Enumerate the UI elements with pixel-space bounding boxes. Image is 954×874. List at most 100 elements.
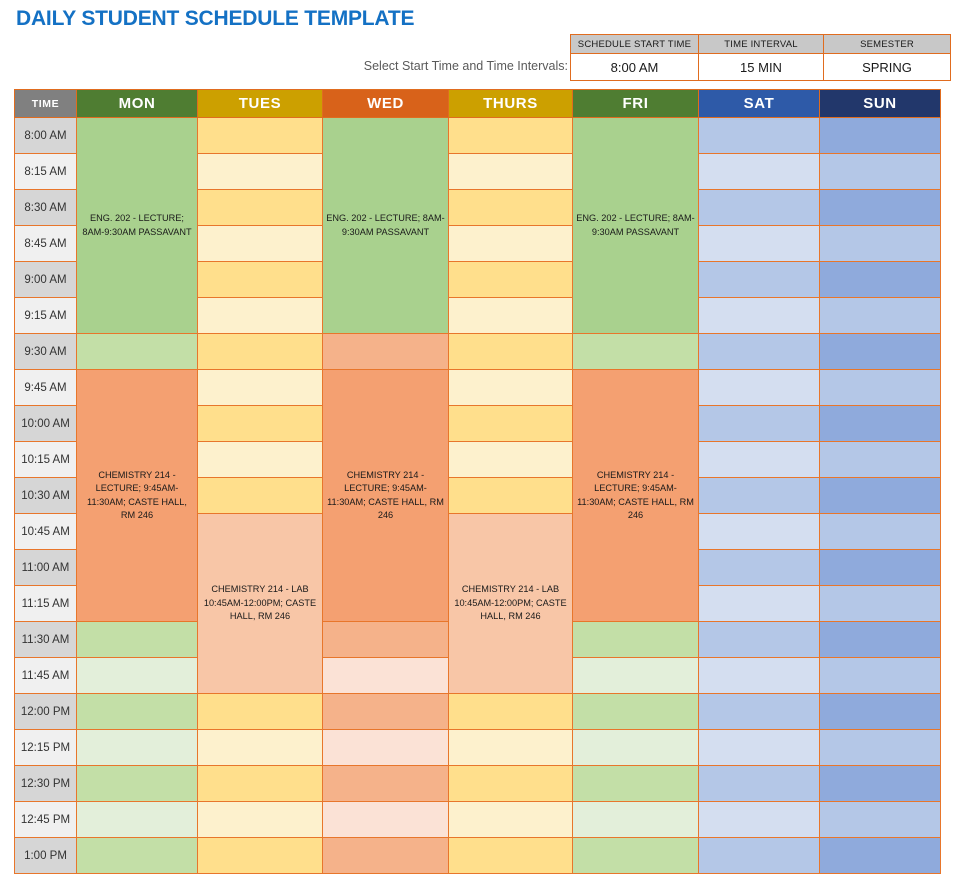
schedule-event-fri[interactable]: ENG. 202 - LECTURE; 8AM-9:30AM PASSAVANT: [573, 118, 699, 334]
schedule-cell-fri[interactable]: [573, 658, 699, 694]
schedule-cell-sun[interactable]: [820, 226, 941, 262]
schedule-cell-thurs[interactable]: [449, 226, 573, 262]
schedule-cell-fri[interactable]: [573, 622, 699, 658]
start-time-select[interactable]: 8:00 AM: [571, 54, 699, 81]
schedule-cell-tues[interactable]: [198, 478, 323, 514]
schedule-cell-tues[interactable]: [198, 154, 323, 190]
schedule-cell-sat[interactable]: [699, 190, 820, 226]
schedule-cell-sun[interactable]: [820, 550, 941, 586]
schedule-cell-sun[interactable]: [820, 694, 941, 730]
schedule-cell-thurs[interactable]: [449, 766, 573, 802]
schedule-cell-sat[interactable]: [699, 478, 820, 514]
schedule-cell-tues[interactable]: [198, 694, 323, 730]
schedule-cell-sat[interactable]: [699, 766, 820, 802]
schedule-cell-sat[interactable]: [699, 586, 820, 622]
time-interval-select[interactable]: 15 MIN: [699, 54, 824, 81]
schedule-cell-sat[interactable]: [699, 442, 820, 478]
schedule-cell-mon[interactable]: [77, 694, 198, 730]
schedule-cell-wed[interactable]: [323, 802, 449, 838]
schedule-cell-wed[interactable]: [323, 766, 449, 802]
schedule-cell-sat[interactable]: [699, 694, 820, 730]
schedule-cell-sat[interactable]: [699, 406, 820, 442]
schedule-cell-fri[interactable]: [573, 802, 699, 838]
schedule-cell-thurs[interactable]: [449, 730, 573, 766]
schedule-cell-thurs[interactable]: [449, 190, 573, 226]
schedule-cell-thurs[interactable]: [449, 370, 573, 406]
schedule-cell-tues[interactable]: [198, 802, 323, 838]
schedule-cell-wed[interactable]: [323, 730, 449, 766]
schedule-cell-mon[interactable]: [77, 334, 198, 370]
schedule-cell-sun[interactable]: [820, 370, 941, 406]
schedule-cell-sat[interactable]: [699, 118, 820, 154]
schedule-cell-fri[interactable]: [573, 730, 699, 766]
schedule-cell-fri[interactable]: [573, 766, 699, 802]
schedule-cell-sun[interactable]: [820, 442, 941, 478]
schedule-cell-mon[interactable]: [77, 622, 198, 658]
schedule-cell-thurs[interactable]: [449, 478, 573, 514]
schedule-event-wed[interactable]: ENG. 202 - LECTURE; 8AM-9:30AM PASSAVANT: [323, 118, 449, 334]
schedule-cell-tues[interactable]: [198, 442, 323, 478]
schedule-event-tues[interactable]: CHEMISTRY 214 - LAB 10:45AM-12:00PM; CAS…: [198, 514, 323, 694]
schedule-cell-sat[interactable]: [699, 838, 820, 874]
schedule-cell-sat[interactable]: [699, 802, 820, 838]
schedule-cell-tues[interactable]: [198, 226, 323, 262]
schedule-event-thurs[interactable]: CHEMISTRY 214 - LAB 10:45AM-12:00PM; CAS…: [449, 514, 573, 694]
schedule-cell-wed[interactable]: [323, 334, 449, 370]
schedule-cell-tues[interactable]: [198, 406, 323, 442]
schedule-cell-thurs[interactable]: [449, 838, 573, 874]
schedule-cell-tues[interactable]: [198, 334, 323, 370]
schedule-cell-sat[interactable]: [699, 622, 820, 658]
schedule-cell-sun[interactable]: [820, 802, 941, 838]
schedule-cell-fri[interactable]: [573, 694, 699, 730]
schedule-cell-thurs[interactable]: [449, 334, 573, 370]
schedule-cell-mon[interactable]: [77, 658, 198, 694]
schedule-cell-sun[interactable]: [820, 298, 941, 334]
schedule-cell-thurs[interactable]: [449, 694, 573, 730]
schedule-cell-wed[interactable]: [323, 622, 449, 658]
schedule-cell-tues[interactable]: [198, 370, 323, 406]
schedule-cell-sun[interactable]: [820, 730, 941, 766]
schedule-cell-tues[interactable]: [198, 838, 323, 874]
schedule-cell-sat[interactable]: [699, 514, 820, 550]
schedule-cell-thurs[interactable]: [449, 118, 573, 154]
schedule-cell-sun[interactable]: [820, 658, 941, 694]
schedule-cell-thurs[interactable]: [449, 262, 573, 298]
schedule-cell-mon[interactable]: [77, 766, 198, 802]
schedule-cell-wed[interactable]: [323, 658, 449, 694]
schedule-cell-sun[interactable]: [820, 478, 941, 514]
schedule-cell-thurs[interactable]: [449, 298, 573, 334]
schedule-cell-sun[interactable]: [820, 406, 941, 442]
schedule-cell-sun[interactable]: [820, 586, 941, 622]
schedule-event-wed[interactable]: CHEMISTRY 214 - LECTURE; 9:45AM-11:30AM;…: [323, 370, 449, 622]
schedule-cell-sun[interactable]: [820, 154, 941, 190]
schedule-cell-tues[interactable]: [198, 190, 323, 226]
semester-select[interactable]: SPRING: [824, 54, 951, 81]
schedule-cell-thurs[interactable]: [449, 802, 573, 838]
schedule-cell-sat[interactable]: [699, 226, 820, 262]
schedule-cell-mon[interactable]: [77, 802, 198, 838]
schedule-cell-sat[interactable]: [699, 730, 820, 766]
schedule-cell-sat[interactable]: [699, 262, 820, 298]
schedule-cell-thurs[interactable]: [449, 442, 573, 478]
schedule-cell-thurs[interactable]: [449, 154, 573, 190]
schedule-cell-mon[interactable]: [77, 730, 198, 766]
schedule-cell-tues[interactable]: [198, 298, 323, 334]
schedule-cell-fri[interactable]: [573, 838, 699, 874]
schedule-cell-thurs[interactable]: [449, 406, 573, 442]
schedule-cell-fri[interactable]: [573, 334, 699, 370]
schedule-cell-sat[interactable]: [699, 658, 820, 694]
schedule-cell-sat[interactable]: [699, 370, 820, 406]
schedule-cell-sat[interactable]: [699, 154, 820, 190]
schedule-cell-sun[interactable]: [820, 118, 941, 154]
schedule-cell-sun[interactable]: [820, 766, 941, 802]
schedule-cell-sun[interactable]: [820, 514, 941, 550]
schedule-cell-mon[interactable]: [77, 838, 198, 874]
schedule-cell-sun[interactable]: [820, 190, 941, 226]
schedule-cell-sat[interactable]: [699, 550, 820, 586]
schedule-cell-tues[interactable]: [198, 118, 323, 154]
schedule-cell-sun[interactable]: [820, 838, 941, 874]
schedule-cell-wed[interactable]: [323, 694, 449, 730]
schedule-cell-tues[interactable]: [198, 262, 323, 298]
schedule-event-mon[interactable]: ENG. 202 - LECTURE; 8AM-9:30AM PASSAVANT: [77, 118, 198, 334]
schedule-cell-tues[interactable]: [198, 766, 323, 802]
